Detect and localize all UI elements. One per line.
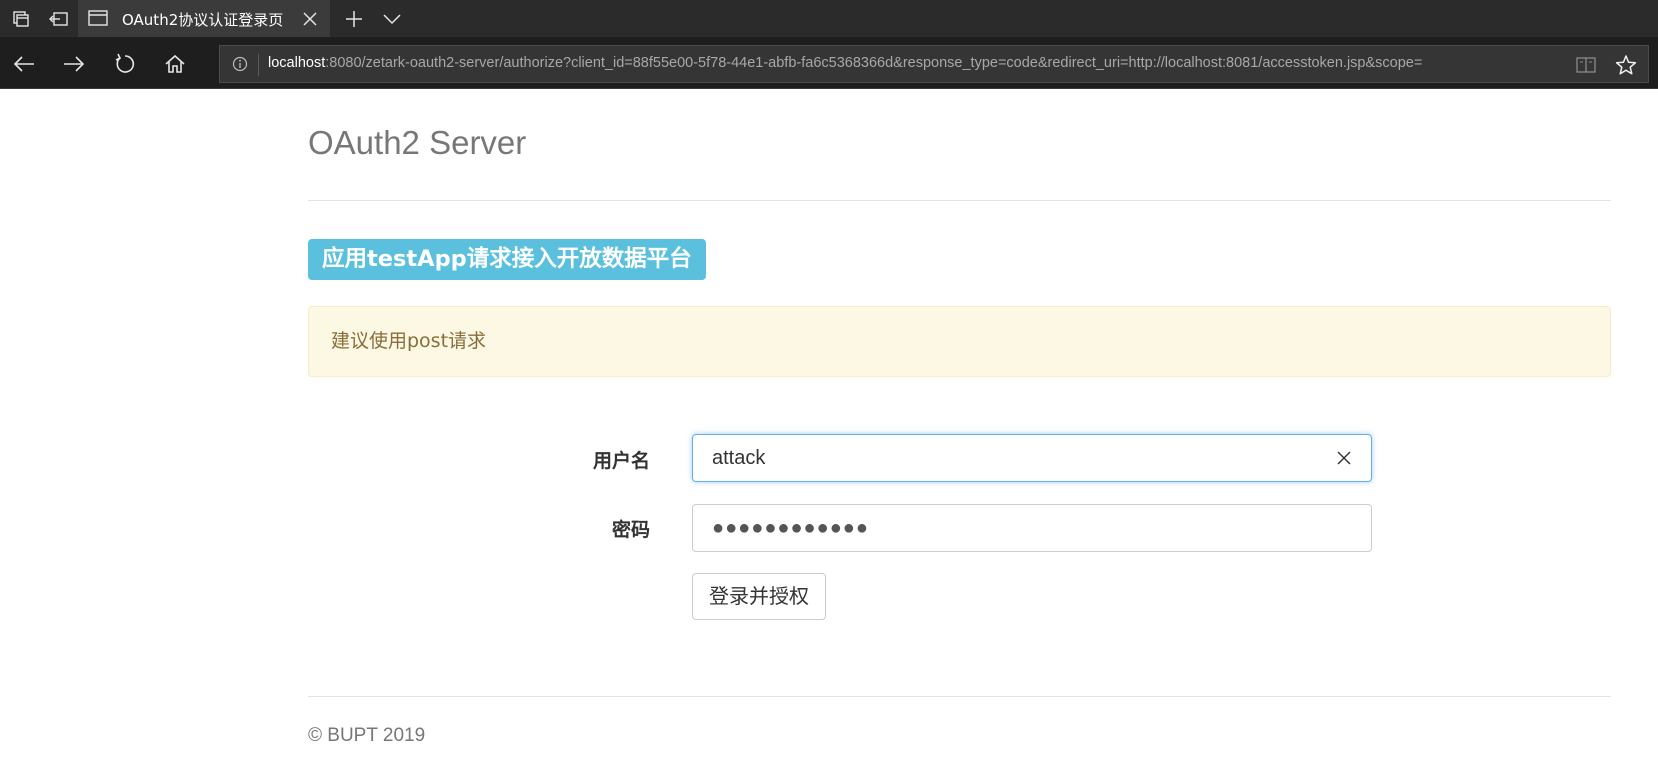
info-icon[interactable] <box>230 54 250 74</box>
page-content: OAuth2 Server 应用testApp请求接入开放数据平台 建议使用po… <box>0 90 1658 764</box>
warning-alert: 建议使用post请求 <box>308 306 1611 377</box>
tab-restore-icon[interactable] <box>40 0 77 37</box>
username-input[interactable]: attack <box>692 434 1372 482</box>
address-bar[interactable]: localhost:8080/zetark-oauth2-server/auth… <box>219 45 1649 83</box>
username-label: 用户名 <box>592 450 650 472</box>
footer-divider <box>308 696 1611 697</box>
page-icon <box>88 9 108 31</box>
new-tab-icon[interactable] <box>335 0 372 37</box>
reading-view-icon[interactable] <box>1574 54 1598 76</box>
home-icon[interactable] <box>157 46 193 82</box>
forward-arrow-icon[interactable] <box>56 46 92 82</box>
navigation-bar: localhost:8080/zetark-oauth2-server/auth… <box>0 37 1658 89</box>
tab-set-aside-icon[interactable] <box>2 0 39 37</box>
clear-x-icon[interactable] <box>1335 449 1353 467</box>
active-tab[interactable]: OAuth2协议认证登录页 <box>78 0 330 37</box>
password-label: 密码 <box>611 519 650 541</box>
password-input[interactable]: ●●●●●●●●●●●● <box>692 504 1372 552</box>
page-title: OAuth2 Server <box>308 124 527 161</box>
back-arrow-icon[interactable] <box>6 46 42 82</box>
tab-strip: OAuth2协议认证登录页 <box>0 0 1658 37</box>
tab-title: OAuth2协议认证登录页 <box>122 11 284 29</box>
refresh-icon[interactable] <box>107 46 143 82</box>
footer-copyright: © BUPT 2019 <box>308 725 426 746</box>
url-path: :8080/zetark-oauth2-server/authorize?cli… <box>325 55 1423 71</box>
username-value: attack <box>712 447 766 469</box>
url-host: localhost <box>268 55 326 71</box>
close-icon[interactable] <box>300 9 320 29</box>
url-separator <box>258 54 259 76</box>
login-authorize-button[interactable]: 登录并授权 <box>692 573 826 620</box>
header-divider <box>308 200 1611 201</box>
app-request-badge: 应用testApp请求接入开放数据平台 <box>308 239 706 280</box>
chevron-down-icon[interactable] <box>373 0 410 37</box>
url-text[interactable]: localhost:8080/zetark-oauth2-server/auth… <box>268 55 1560 71</box>
favorite-star-icon[interactable] <box>1612 52 1640 78</box>
password-value: ●●●●●●●●●●●● <box>712 517 869 539</box>
